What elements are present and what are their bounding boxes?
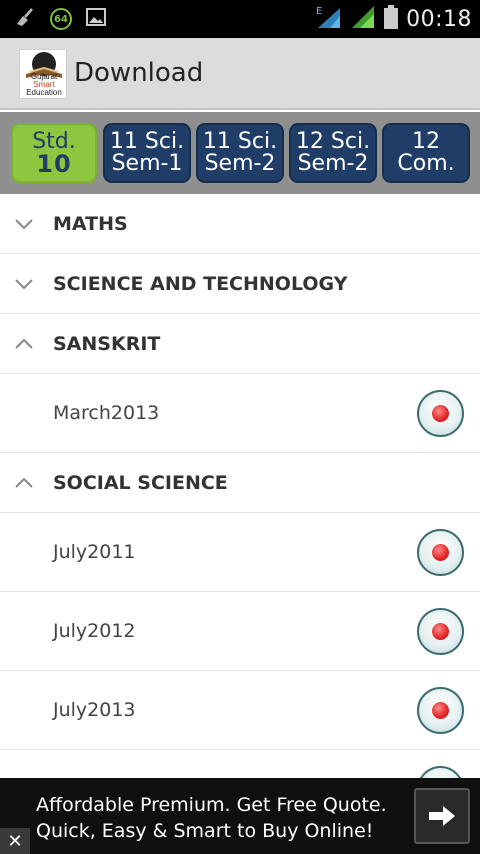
group-sanskrit[interactable]: SANSKRIT <box>0 314 480 374</box>
chevron-down-icon <box>15 219 33 230</box>
tab-12-com[interactable]: 12 Com. <box>382 123 470 183</box>
tab-line2: Sem-2 <box>297 151 369 176</box>
tab-std-10[interactable]: Std. 10 <box>11 123 97 183</box>
logo-text: Gujarat Smart Education <box>26 72 62 97</box>
status-left-icons: 64 <box>14 6 106 32</box>
tab-line1: 11 Sci. <box>109 129 185 154</box>
status-right-icons: E 00:18 <box>316 4 472 34</box>
ad-line-2: Quick, Easy & Smart to Buy Online! <box>36 820 374 842</box>
list-item[interactable]: July2011 <box>0 513 480 592</box>
class-tabs: Std. 10 11 Sci. Sem-1 11 Sci. Sem-2 12 S… <box>0 112 480 194</box>
list-item[interactable]: July2013 <box>0 671 480 750</box>
group-label: SANSKRIT <box>53 333 161 355</box>
battery-icon <box>384 5 399 33</box>
download-button[interactable] <box>417 390 464 437</box>
tab-line1: 11 Sci. <box>202 129 278 154</box>
group-label: SCIENCE AND TECHNOLOGY <box>53 273 348 295</box>
list-item[interactable]: March2013 <box>0 374 480 453</box>
chevron-up-icon <box>15 477 33 488</box>
record-dot-icon <box>432 702 449 719</box>
ad-banner[interactable]: Affordable Premium. Get Free Quote. Quic… <box>0 778 480 854</box>
image-icon <box>86 8 106 30</box>
group-social-science[interactable]: SOCIAL SCIENCE <box>0 453 480 513</box>
network-label: E <box>316 6 322 17</box>
tab-11-sci-sem-1[interactable]: 11 Sci. Sem-1 <box>103 123 191 183</box>
ad-text: Affordable Premium. Get Free Quote. Quic… <box>36 792 406 844</box>
record-dot-icon <box>432 544 449 561</box>
broom-icon <box>14 6 36 32</box>
list-item-partial[interactable] <box>0 750 480 780</box>
arrow-right-icon <box>429 806 455 826</box>
signal-icon <box>350 4 376 34</box>
record-dot-icon <box>432 623 449 640</box>
download-button[interactable] <box>417 687 464 734</box>
signal-e-icon: E <box>316 4 342 34</box>
group-science-and-technology[interactable]: SCIENCE AND TECHNOLOGY <box>0 254 480 314</box>
tab-11-sci-sem-2[interactable]: 11 Sci. Sem-2 <box>196 123 284 183</box>
action-bar: Gujarat Smart Education Download <box>0 38 480 110</box>
status-bar: 64 E 00:18 <box>0 0 480 38</box>
chevron-up-icon <box>15 338 33 349</box>
ad-line-1: Affordable Premium. Get Free Quote. <box>36 794 387 816</box>
group-maths[interactable]: MATHS <box>0 194 480 254</box>
item-label: July2012 <box>53 620 136 642</box>
page-title: Download <box>74 58 204 88</box>
tab-line2: Com. <box>397 151 455 176</box>
tab-line1: 12 Sci. <box>295 129 371 154</box>
subject-list: MATHS SCIENCE AND TECHNOLOGY SANSKRIT Ma… <box>0 194 480 780</box>
tab-line2: Sem-2 <box>204 151 276 176</box>
tab-line1: 12 <box>412 129 440 154</box>
tab-line2: Sem-1 <box>111 151 183 176</box>
group-label: SOCIAL SCIENCE <box>53 472 228 494</box>
group-label: MATHS <box>53 213 128 235</box>
record-dot-icon <box>432 405 449 422</box>
ad-arrow-button[interactable] <box>414 788 470 844</box>
ad-close-button[interactable]: ✕ <box>0 828 30 854</box>
download-button[interactable] <box>417 529 464 576</box>
item-label: July2011 <box>53 541 136 563</box>
download-button[interactable] <box>417 608 464 655</box>
chevron-down-icon <box>15 279 33 290</box>
item-label: July2013 <box>53 699 136 721</box>
app-logo[interactable]: Gujarat Smart Education <box>19 49 67 99</box>
battery-badge-icon: 64 <box>50 8 72 30</box>
clock: 00:18 <box>406 6 472 32</box>
item-label: March2013 <box>53 402 160 424</box>
list-item[interactable]: July2012 <box>0 592 480 671</box>
tab-12-sci-sem-2[interactable]: 12 Sci. Sem-2 <box>289 123 377 183</box>
tab-line2: 10 <box>36 150 72 178</box>
